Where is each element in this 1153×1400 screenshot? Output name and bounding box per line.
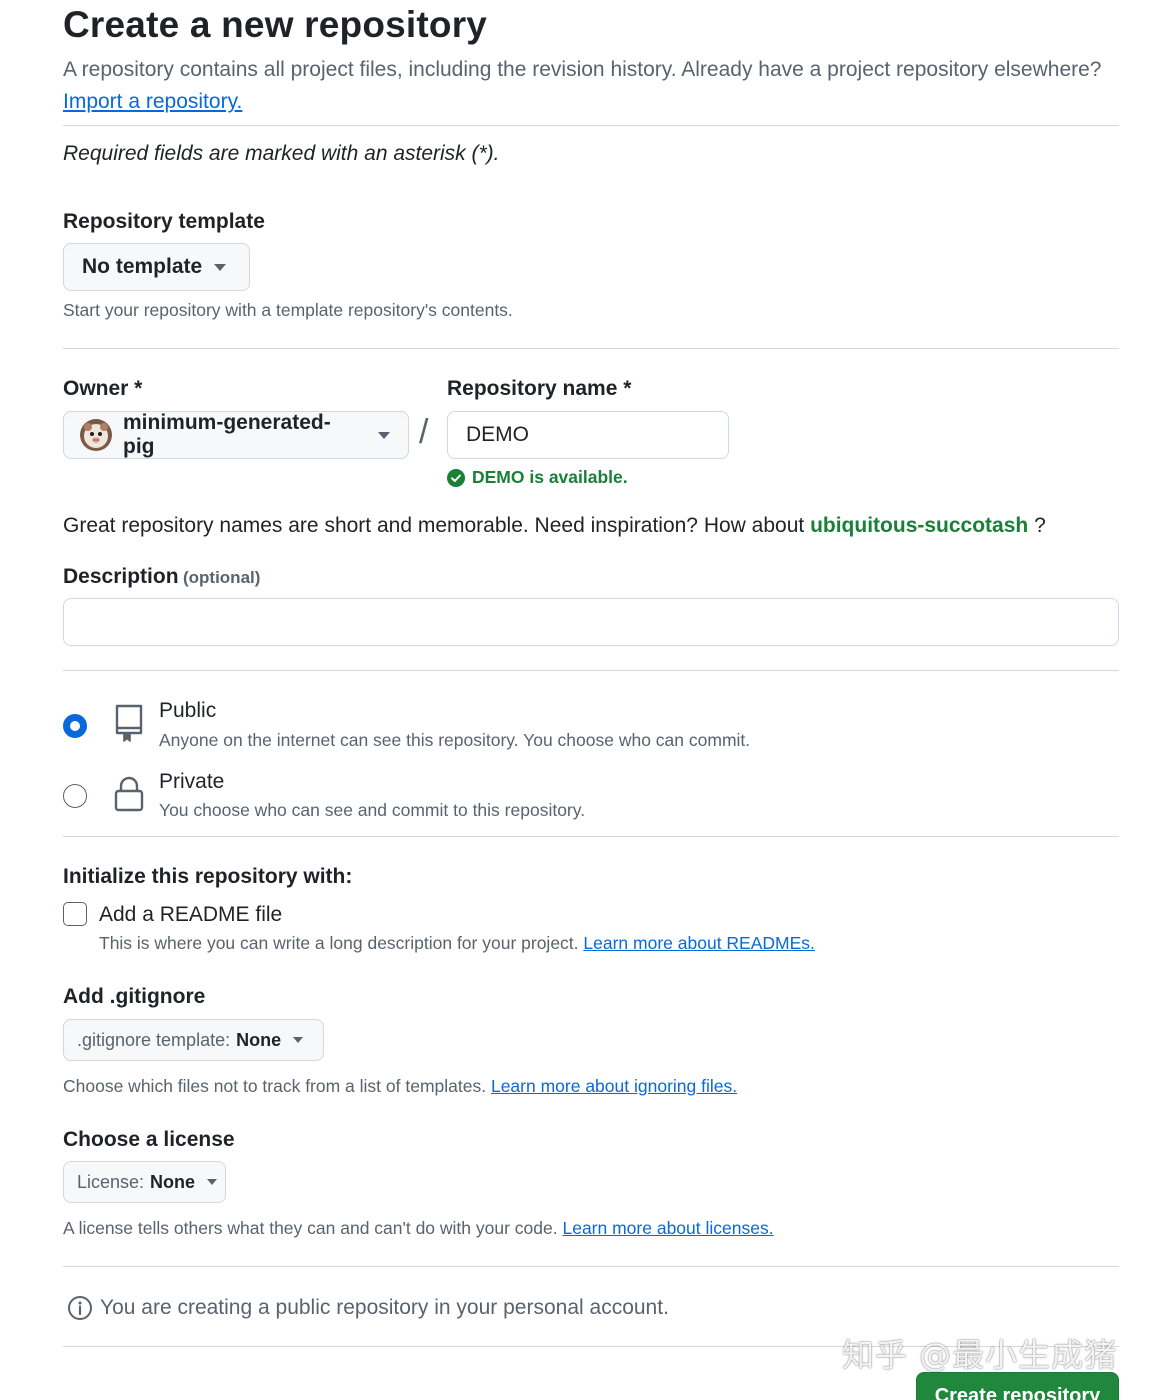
gitignore-value: None <box>236 1029 282 1050</box>
gitignore-label: Add .gitignore <box>63 985 206 1008</box>
optional-tag: (optional) <box>182 568 261 587</box>
watermark: 知乎 @最小生成猪 <box>842 1336 1118 1374</box>
description-label: Description <box>63 565 179 588</box>
readme-desc-row: This is where you can write a long descr… <box>99 933 815 954</box>
inspiration-end: ? <box>1034 514 1046 537</box>
page-subtitle: A repository contains all project files,… <box>63 54 1123 118</box>
description-input[interactable] <box>63 598 1119 646</box>
owner-repo-separator: / <box>419 413 429 451</box>
repo-name-value: DEMO <box>466 423 529 446</box>
private-desc: You choose who can see and commit to thi… <box>159 800 586 820</box>
license-label: Choose a license <box>63 1128 235 1151</box>
page-title: Create a new repository <box>63 4 488 45</box>
chevron-down-icon <box>293 1037 304 1043</box>
notice-text: You are creating a public repository in … <box>100 1296 669 1319</box>
readme-desc: This is where you can write a long descr… <box>99 933 579 953</box>
inspiration-text: Great repository names are short and mem… <box>63 514 805 537</box>
divider <box>63 125 1119 126</box>
learn-more-licenses-link[interactable]: Learn more about licenses. <box>562 1218 773 1238</box>
learn-more-ignoring-files-link[interactable]: Learn more about ignoring files. <box>491 1076 737 1096</box>
gitignore-hint-row: Choose which files not to track from a l… <box>63 1076 737 1097</box>
gitignore-select-button[interactable]: .gitignore template: None <box>63 1019 324 1061</box>
license-value: None <box>150 1171 196 1192</box>
subtitle-text: A repository contains all project files,… <box>63 58 1102 81</box>
divider <box>63 836 1119 837</box>
lock-icon <box>112 775 146 813</box>
public-desc: Anyone on the internet can see this repo… <box>159 730 751 750</box>
public-title: Public <box>159 699 217 722</box>
check-circle-icon <box>447 468 465 487</box>
description-label-row: Description (optional) <box>63 565 260 589</box>
name-inspiration: Great repository names are short and mem… <box>63 514 1046 538</box>
repo-icon <box>112 703 146 743</box>
chevron-down-icon <box>214 263 227 271</box>
divider <box>63 348 1119 349</box>
learn-more-readmes-link[interactable]: Learn more about READMEs. <box>583 933 815 953</box>
owner-select-button[interactable]: minimum-generated-pig <box>63 411 409 459</box>
required-fields-note: Required fields are marked with an aster… <box>63 142 500 165</box>
owner-select-value: minimum-generated-pig <box>123 411 331 458</box>
create-repository-button[interactable]: Create repository <box>916 1372 1119 1400</box>
gitignore-prefix: .gitignore template: <box>77 1029 231 1050</box>
repo-name-status: DEMO is available. <box>447 467 628 488</box>
info-icon <box>67 1295 93 1321</box>
divider <box>63 1266 1119 1267</box>
template-hint: Start your repository with a template re… <box>63 300 513 320</box>
private-title: Private <box>159 770 225 793</box>
repo-name-label: Repository name * <box>447 377 632 400</box>
chevron-down-icon <box>378 431 390 439</box>
repo-name-input[interactable]: DEMO <box>447 411 729 459</box>
chevron-down-icon <box>207 1179 218 1185</box>
suggested-name-link[interactable]: ubiquitous-succotash <box>810 514 1028 537</box>
license-select-button[interactable]: License: None <box>63 1161 226 1203</box>
private-radio[interactable] <box>63 784 87 808</box>
gitignore-hint: Choose which files not to track from a l… <box>63 1076 487 1096</box>
readme-checkbox[interactable] <box>63 902 87 926</box>
import-repository-link[interactable]: Import a repository. <box>63 90 242 113</box>
license-hint: A license tells others what they can and… <box>63 1218 558 1238</box>
divider <box>63 670 1119 671</box>
readme-title: Add a README file <box>99 903 283 926</box>
avatar <box>80 419 112 451</box>
initialize-label: Initialize this repository with: <box>63 865 353 888</box>
owner-label: Owner * <box>63 377 143 400</box>
template-select-button[interactable]: No template <box>63 243 250 291</box>
template-label: Repository template <box>63 210 265 233</box>
template-select-value: No template <box>82 255 203 278</box>
public-notice: You are creating a public repository in … <box>67 1295 669 1321</box>
public-radio[interactable] <box>63 714 87 738</box>
license-prefix: License: <box>77 1171 145 1192</box>
license-hint-row: A license tells others what they can and… <box>63 1218 774 1239</box>
repo-name-available-text: DEMO is available. <box>472 467 628 487</box>
